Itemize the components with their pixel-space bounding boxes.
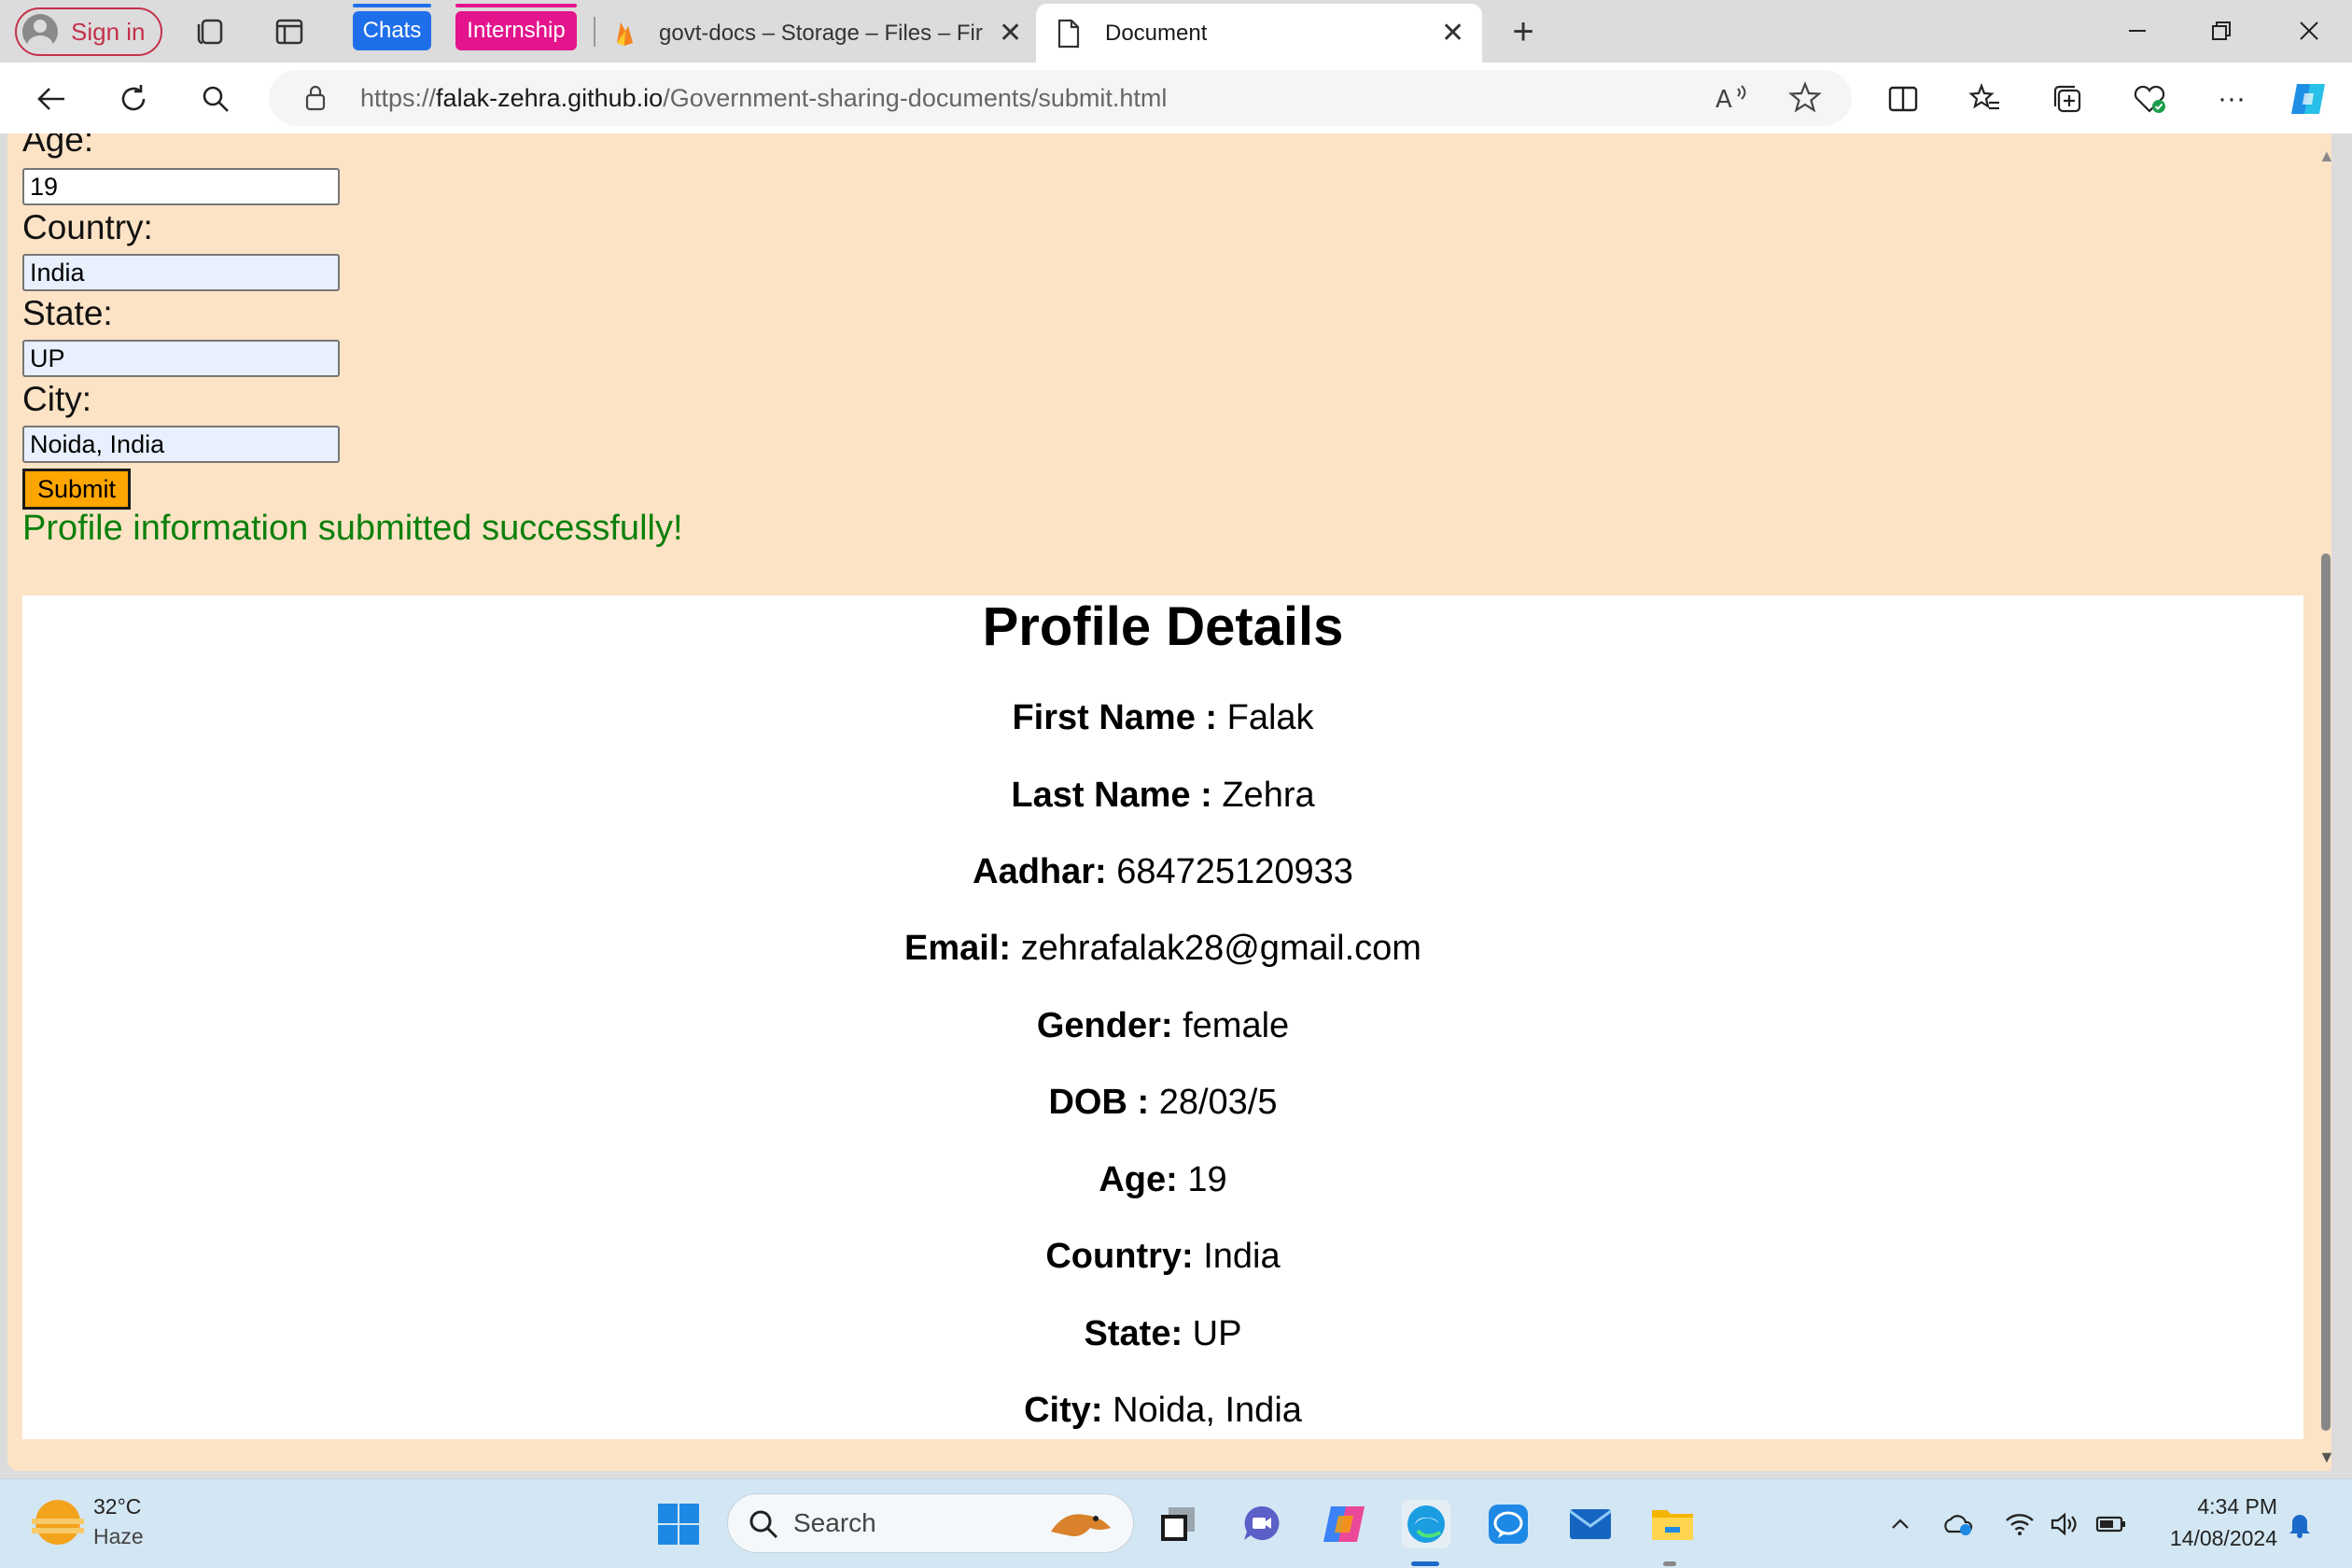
scroll-down-icon[interactable]: ▼ <box>2318 1448 2335 1467</box>
open-app-indicator <box>1663 1561 1676 1566</box>
mail-icon[interactable] <box>1566 1500 1615 1548</box>
tab-group-internship[interactable]: Internship <box>455 4 577 50</box>
country-input[interactable] <box>22 254 340 291</box>
profile-details-title: Profile Details <box>982 596 1344 657</box>
collections-icon[interactable] <box>2044 76 2091 122</box>
tab-govt-docs[interactable]: govt-docs – Storage – Files – Fire ✕ <box>607 4 1036 63</box>
tab-document-title: Document <box>1105 20 1208 46</box>
read-aloud-icon[interactable]: A <box>1714 81 1751 119</box>
profile-row-dob: DOB : 28/03/5 <box>1048 1083 1278 1122</box>
copilot-icon[interactable] <box>1320 1500 1368 1548</box>
copilot-icon[interactable] <box>2285 76 2331 122</box>
svg-text:A: A <box>1715 86 1732 114</box>
tab-group-internship-label: Internship <box>467 18 566 43</box>
weather-haze-icon[interactable] <box>32 1500 84 1545</box>
tab-group-chats-label: Chats <box>362 18 422 43</box>
taskbar-clock[interactable]: 4:34 PM <box>2147 1494 2277 1519</box>
onedrive-sync-icon[interactable] <box>1941 1507 1975 1541</box>
new-tab-icon[interactable]: + <box>1505 11 1542 52</box>
show-hidden-icons-chevron-icon[interactable] <box>1883 1507 1917 1541</box>
restore-icon[interactable] <box>2193 9 2249 52</box>
profile-row-last-name: Last Name : Zehra <box>1011 776 1315 815</box>
sign-in-label: Sign in <box>71 17 146 46</box>
edge-browser-icon[interactable] <box>1402 1500 1450 1548</box>
close-tab-icon[interactable]: ✕ <box>999 17 1022 49</box>
refresh-icon[interactable] <box>110 76 157 122</box>
country-label: Country: <box>22 208 153 246</box>
search-highlight-icon <box>1047 1500 1114 1551</box>
volume-icon[interactable] <box>2048 1507 2081 1541</box>
minimize-icon[interactable] <box>2109 9 2165 52</box>
search-icon[interactable] <box>192 76 239 122</box>
state-label: State: <box>22 294 113 332</box>
profile-row-first-name: First Name : Falak <box>1012 698 1314 737</box>
scrollbar-thumb[interactable] <box>2321 553 2331 1431</box>
profile-row-country: Country: India <box>1045 1237 1281 1276</box>
more-options-icon[interactable]: ··· <box>2208 76 2255 122</box>
taskbar-date[interactable]: 14/08/2024 <box>2147 1526 2277 1551</box>
firebase-icon <box>614 21 635 53</box>
split-screen-icon[interactable] <box>1880 76 1926 122</box>
address-bar[interactable]: https://falak-zehra.github.io/Government… <box>269 70 1852 126</box>
age-input[interactable] <box>22 168 340 205</box>
favorite-star-icon[interactable] <box>1788 81 1822 119</box>
close-window-icon[interactable] <box>2281 9 2337 52</box>
profile-row-city: City: Noida, India <box>1024 1391 1302 1430</box>
taskbar-search[interactable]: Search <box>727 1493 1134 1553</box>
messenger-icon[interactable] <box>1484 1500 1533 1548</box>
tab-govt-docs-title: govt-docs – Storage – Files – Fire <box>659 20 984 46</box>
notification-bell-icon[interactable] <box>2283 1507 2317 1541</box>
task-view-icon[interactable] <box>1154 1500 1202 1548</box>
tab-actions-icon[interactable] <box>271 13 308 50</box>
avatar <box>22 14 58 49</box>
profile-row-state: State: UP <box>1084 1314 1242 1353</box>
url-text: https://falak-zehra.github.io/Government… <box>360 83 1168 112</box>
workspaces-icon[interactable] <box>192 13 230 50</box>
browser-toolbar: https://falak-zehra.github.io/Government… <box>0 63 2352 133</box>
profile-row-gender: Gender: female <box>1036 1006 1290 1045</box>
file-explorer-icon[interactable] <box>1648 1500 1697 1548</box>
profile-row-email: Email: zehrafalak28@gmail.com <box>904 929 1421 968</box>
lock-icon <box>302 83 329 118</box>
page-scrollbar[interactable]: ▲ ▼ <box>2318 133 2335 1471</box>
state-input[interactable] <box>22 340 340 377</box>
taskbar-search-label: Search <box>793 1508 876 1537</box>
favorites-icon[interactable] <box>1962 76 2009 122</box>
windows-taskbar: 32°C Haze Search 4:34 PM 14/08/2024 <box>0 1478 2352 1568</box>
age-label: Age: <box>22 133 94 159</box>
close-tab-icon[interactable]: ✕ <box>1441 17 1464 49</box>
back-icon[interactable] <box>28 76 75 122</box>
profile-row-aadhar: Aadhar: 684725120933 <box>973 852 1353 891</box>
profile-row-age: Age: 19 <box>1099 1160 1227 1199</box>
submit-button[interactable]: Submit <box>22 469 131 510</box>
battery-icon[interactable] <box>2094 1507 2128 1541</box>
profile-details-card: Profile Details First Name : Falak Last … <box>22 595 2303 1439</box>
tab-document[interactable]: Document ✕ <box>1036 4 1482 63</box>
sign-in-button[interactable]: Sign in <box>15 7 162 56</box>
tab-group-chats[interactable]: Chats <box>353 4 431 50</box>
city-label: City: <box>22 380 91 418</box>
weather-temperature[interactable]: 32°C <box>93 1494 141 1519</box>
wifi-icon[interactable] <box>2003 1507 2037 1541</box>
browser-tab-bar: Sign in Chats Internship govt-docs – Sto… <box>0 0 2352 63</box>
city-input[interactable] <box>22 426 340 463</box>
success-message: Profile information submitted successful… <box>22 509 683 548</box>
page-viewport: Age: Country: State: City: Submit Profil… <box>7 133 2326 1471</box>
browser-essentials-icon[interactable] <box>2126 76 2173 122</box>
search-icon <box>747 1507 780 1546</box>
scroll-up-icon[interactable]: ▲ <box>2318 147 2335 166</box>
teams-chat-icon[interactable] <box>1238 1500 1286 1548</box>
weather-condition[interactable]: Haze <box>93 1524 144 1549</box>
document-icon <box>1057 19 1081 55</box>
tab-separator <box>594 17 595 47</box>
windows-start-icon[interactable] <box>654 1500 703 1548</box>
active-app-indicator <box>1411 1561 1439 1566</box>
